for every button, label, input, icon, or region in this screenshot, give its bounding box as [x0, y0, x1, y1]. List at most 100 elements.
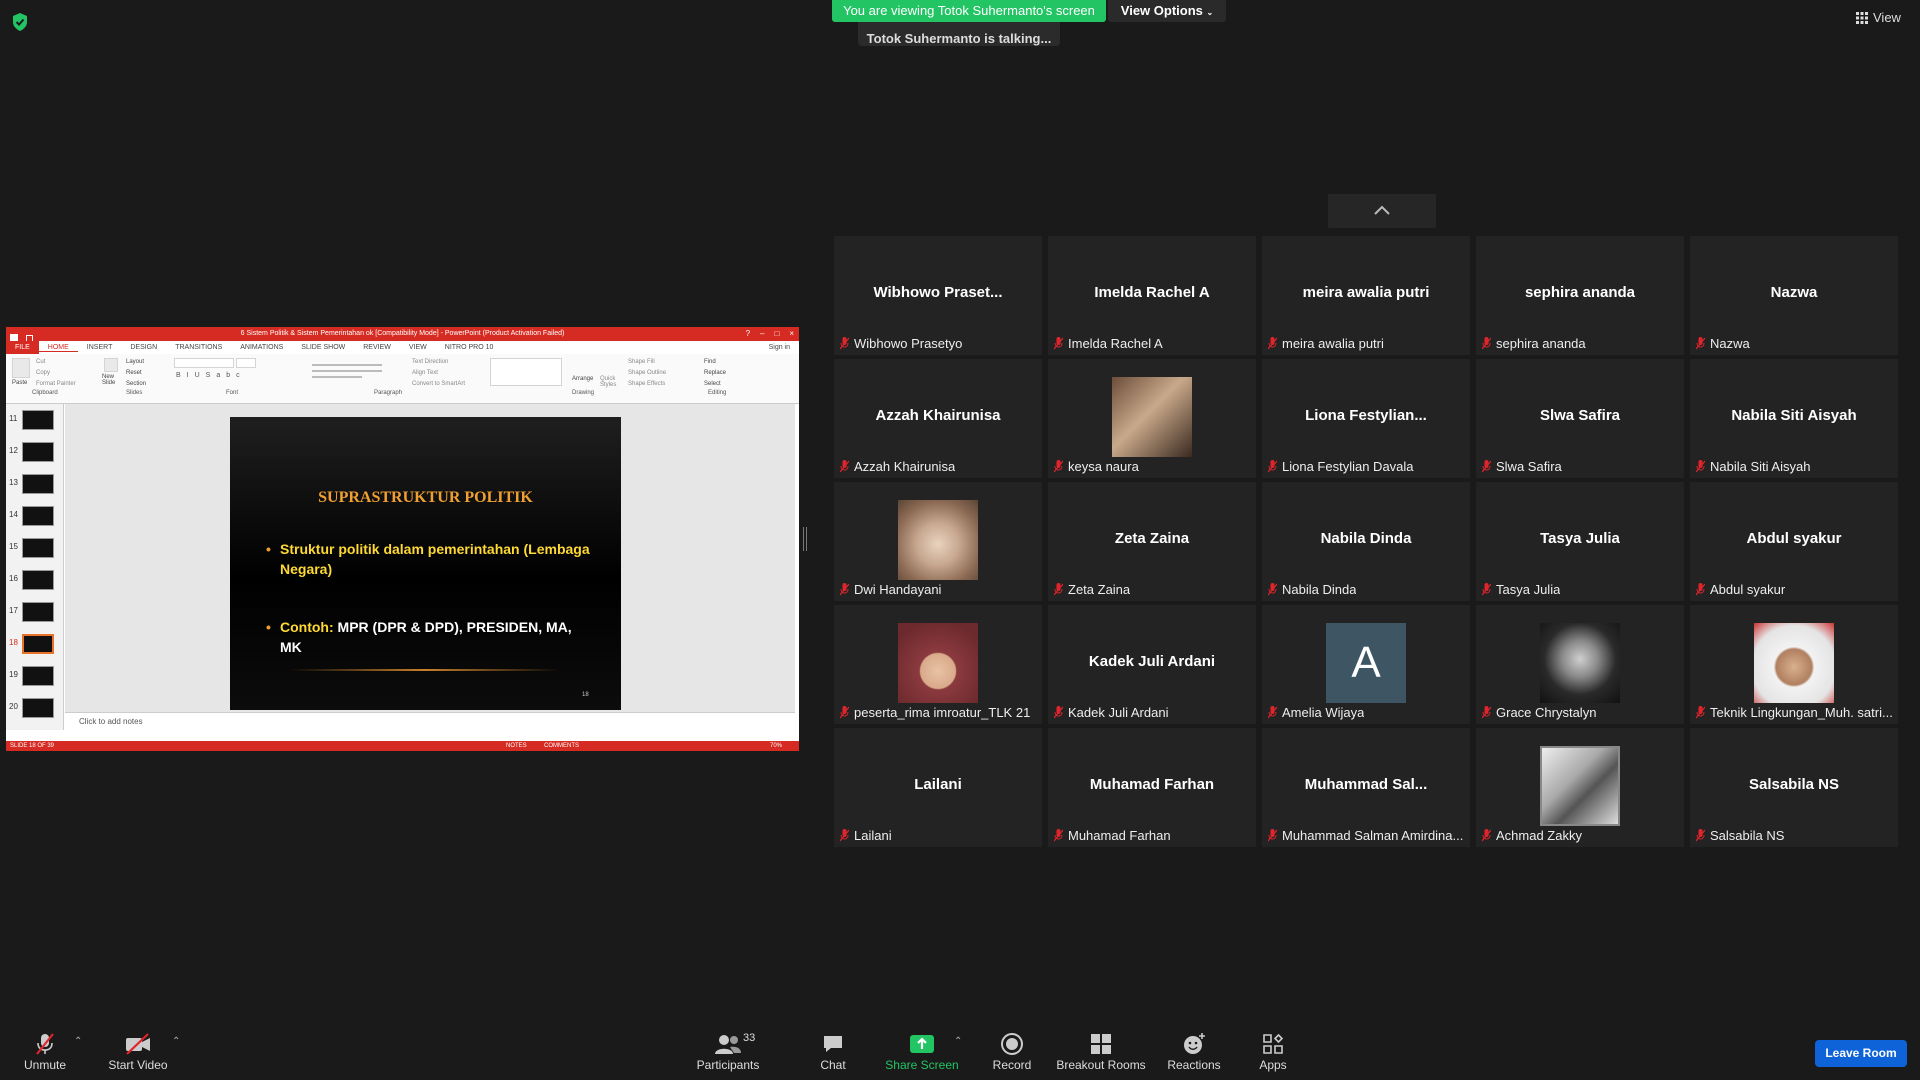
- split-view-divider[interactable]: [803, 527, 807, 551]
- apps-icon: [1263, 1033, 1284, 1054]
- mic-muted-icon: [1268, 583, 1277, 596]
- view-options-button[interactable]: View Options ⌄: [1108, 0, 1226, 22]
- start-video-button[interactable]: Start Video: [104, 1020, 172, 1080]
- participant-display-name: Liona Festylian...: [1305, 407, 1427, 424]
- slide-thumbnail: 16: [6, 568, 64, 594]
- participant-tile[interactable]: Zeta Zaina Zeta Zaina: [1048, 482, 1256, 601]
- participant-tile[interactable]: sephira ananda sephira ananda: [1476, 236, 1684, 355]
- participant-tile[interactable]: Wibhowo Praset... Wibhowo Prasetyo: [834, 236, 1042, 355]
- arrange-label: Arrange: [572, 376, 594, 382]
- participant-label-text: Azzah Khairunisa: [854, 459, 956, 474]
- tab-animations: ANIMATIONS: [240, 344, 284, 351]
- hijab-avatar-icon: [898, 623, 978, 703]
- participant-tile[interactable]: Dwi Handayani: [834, 482, 1042, 601]
- reactions-button[interactable]: Reactions: [1164, 1020, 1224, 1080]
- slide-thumbnails-panel: 11 12 13 14 15 16 17 18 19 20: [6, 404, 64, 730]
- mic-muted-icon: [1054, 460, 1063, 473]
- security-shield-icon[interactable]: [10, 12, 30, 32]
- new-slide-label: New Slide: [102, 374, 116, 386]
- group-paragraph: Paragraph: [374, 390, 403, 396]
- share-screen-button[interactable]: Share Screen: [884, 1020, 960, 1080]
- leave-room-button[interactable]: Leave Room: [1815, 1040, 1907, 1067]
- participant-name-label: meira awalia putri: [1268, 336, 1384, 351]
- participant-tile[interactable]: Abdul syakur Abdul syakur: [1690, 482, 1898, 601]
- bullet-icon: •: [266, 619, 271, 635]
- group-slides: Slides: [126, 390, 143, 396]
- participant-tile[interactable]: peserta_rima imroatur_TLK 21: [834, 605, 1042, 724]
- gallery-page-up-button[interactable]: [1328, 194, 1436, 228]
- participant-tile[interactable]: Nabila Siti Aisyah Nabila Siti Aisyah: [1690, 359, 1898, 478]
- current-slide: SUPRASTRUKTUR POLITIK • Struktur politik…: [230, 417, 621, 710]
- mic-muted-icon: [840, 829, 849, 842]
- replace-label: Replace: [704, 370, 727, 376]
- participant-tile[interactable]: Azzah Khairunisa Azzah Khairunisa: [834, 359, 1042, 478]
- participant-tile[interactable]: Grace Chrystalyn: [1476, 605, 1684, 724]
- participant-tile[interactable]: Muhamad Farhan Muhamad Farhan: [1048, 728, 1256, 847]
- participant-tile[interactable]: Tasya Julia Tasya Julia: [1476, 482, 1684, 601]
- chat-button[interactable]: Chat: [806, 1020, 860, 1080]
- participant-label-text: Zeta Zaina: [1068, 582, 1131, 597]
- thumb-number: 17: [9, 606, 18, 615]
- tab-home: HOME: [38, 344, 78, 352]
- participant-display-name: Nazwa: [1770, 284, 1818, 301]
- participant-display-name: Nabila Dinda: [1320, 530, 1412, 547]
- paste-label: Paste: [12, 380, 28, 386]
- participant-tile[interactable]: Salsabila NS Salsabila NS: [1690, 728, 1898, 847]
- mic-muted-icon: [1268, 829, 1277, 842]
- participants-icon: [715, 1035, 741, 1054]
- participant-tile[interactable]: Slwa Safira Slwa Safira: [1476, 359, 1684, 478]
- participant-label-text: Salsabila NS: [1710, 828, 1785, 843]
- participant-label-text: sephira ananda: [1496, 336, 1586, 351]
- participant-display-name: Lailani: [914, 776, 962, 793]
- ppt-status-bar: SLIDE 18 OF 39 NOTES COMMENTS 70%: [6, 741, 799, 751]
- participant-display-name: Muhammad Sal...: [1304, 776, 1428, 793]
- clipboard-commands: Cut Copy Format Painter: [36, 357, 76, 390]
- reactions-label: Reactions: [1167, 1058, 1221, 1072]
- participant-tile[interactable]: Teknik Lingkungan_Muh. satri...: [1690, 605, 1898, 724]
- tab-slide-show: SLIDE SHOW: [301, 344, 346, 351]
- notes-toggle: NOTES: [506, 743, 527, 749]
- participant-tile[interactable]: Imelda Rachel A Imelda Rachel A: [1048, 236, 1256, 355]
- participant-tile[interactable]: Lailani Lailani: [834, 728, 1042, 847]
- mic-muted-icon: [1482, 706, 1491, 719]
- minimize-icon: –: [760, 329, 765, 338]
- participant-tile[interactable]: Nazwa Nazwa: [1690, 236, 1898, 355]
- share-options-caret-icon[interactable]: ⌃: [954, 1036, 962, 1047]
- participant-tile[interactable]: Muhammad Sal... Muhammad Salman Amirdina.…: [1262, 728, 1470, 847]
- slide-thumbnail: 12: [6, 440, 64, 466]
- participant-label-text: Teknik Lingkungan_Muh. satri...: [1710, 705, 1893, 720]
- breakout-rooms-button[interactable]: Breakout Rooms: [1056, 1020, 1146, 1080]
- slide-counter: SLIDE 18 OF 39: [10, 743, 55, 749]
- thumb-image: [22, 442, 54, 462]
- font-format-buttons: BIUSabc: [176, 372, 246, 379]
- participant-label-text: Dwi Handayani: [854, 582, 942, 597]
- audio-options-caret-icon[interactable]: ⌃: [74, 1036, 82, 1047]
- thumb-image: [22, 506, 54, 526]
- tab-design: DESIGN: [130, 344, 158, 351]
- participant-name-label: Wibhowo Prasetyo: [840, 336, 962, 351]
- cut-label: Cut: [36, 359, 46, 365]
- participant-tile[interactable]: meira awalia putri meira awalia putri: [1262, 236, 1470, 355]
- mic-muted-icon: [1696, 583, 1705, 596]
- participants-button[interactable]: Participants 33: [692, 1020, 764, 1080]
- participant-name-label: Lailani: [840, 828, 892, 843]
- thumb-image: [22, 474, 54, 494]
- share-screen-label: Share Screen: [885, 1058, 959, 1072]
- unmute-button[interactable]: Unmute: [16, 1020, 74, 1080]
- participant-tile[interactable]: keysa naura: [1048, 359, 1256, 478]
- mic-muted-icon: [1696, 829, 1705, 842]
- video-options-caret-icon[interactable]: ⌃: [172, 1036, 180, 1047]
- participant-tile[interactable]: Liona Festylian... Liona Festylian Davala: [1262, 359, 1470, 478]
- view-button[interactable]: View: [1856, 10, 1901, 25]
- participant-tile[interactable]: Nabila Dinda Nabila Dinda: [1262, 482, 1470, 601]
- slide-bullet-2: • Contoh: MPR (DPR & DPD), PRESIDEN, MA,…: [266, 617, 590, 657]
- record-button[interactable]: Record: [984, 1020, 1040, 1080]
- participant-tile[interactable]: Kadek Juli Ardani Kadek Juli Ardani: [1048, 605, 1256, 724]
- participant-tile[interactable]: A Amelia Wijaya: [1262, 605, 1470, 724]
- participant-tile[interactable]: Achmad Zakky: [1476, 728, 1684, 847]
- participant-label-text: Tasya Julia: [1496, 582, 1561, 597]
- thumb-number: 20: [9, 702, 18, 711]
- participant-name-label: Zeta Zaina: [1054, 582, 1130, 597]
- apps-button[interactable]: Apps: [1246, 1020, 1300, 1080]
- participant-display-name: sephira ananda: [1524, 284, 1636, 301]
